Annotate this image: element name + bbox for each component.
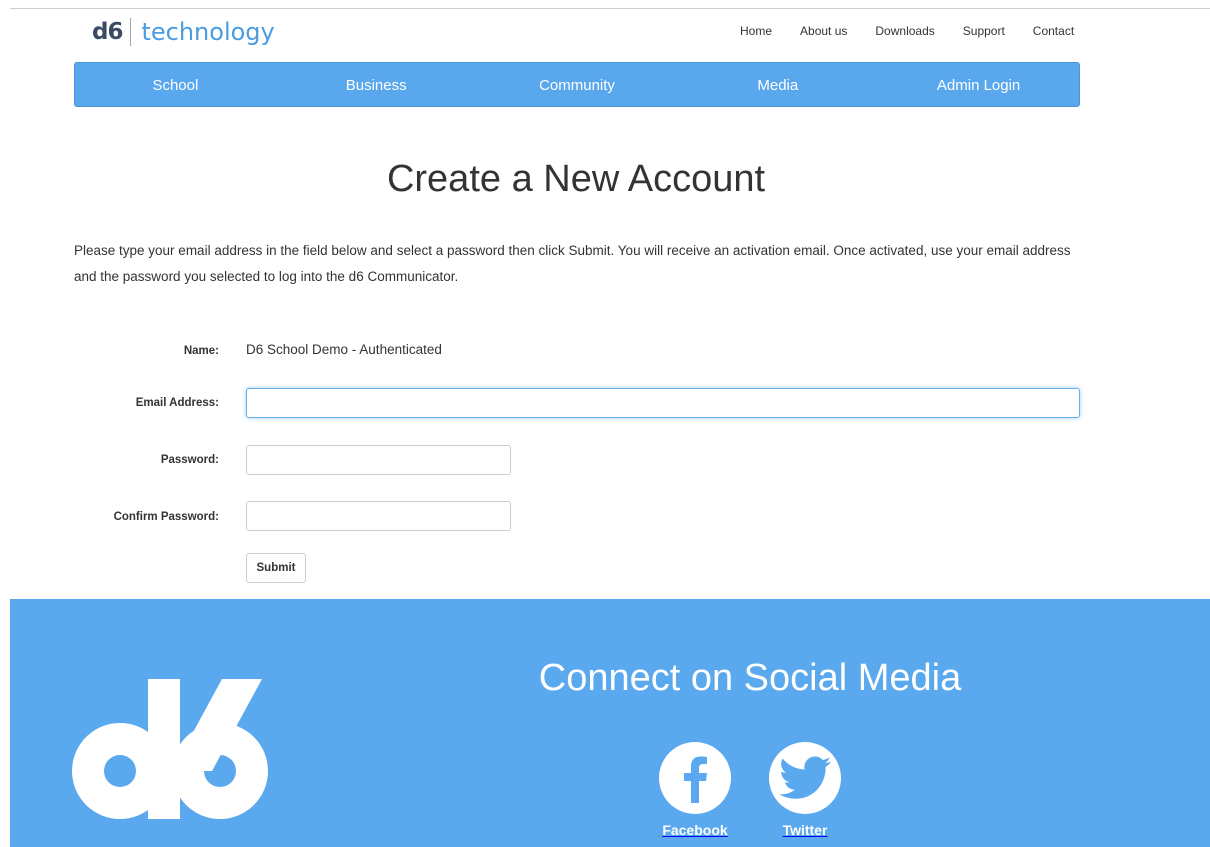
logo-mark: d6 — [92, 19, 123, 45]
name-value: D6 School Demo - Authenticated — [246, 342, 442, 357]
confirm-password-label: Confirm Password: — [113, 511, 219, 523]
main-navigation: School Business Community Media Admin Lo… — [74, 62, 1080, 107]
intro-text: Please type your email address in the fi… — [74, 243, 1071, 284]
mainnav-community[interactable]: Community — [477, 63, 678, 106]
password-label: Password: — [160, 454, 219, 466]
email-label: Email Address: — [135, 397, 219, 409]
topnav-support[interactable]: Support — [963, 24, 1005, 38]
confirm-password-input[interactable] — [246, 501, 511, 531]
password-input[interactable] — [246, 445, 511, 475]
logo-divider — [130, 18, 132, 46]
top-border — [10, 8, 1210, 9]
footer-logo — [72, 679, 272, 824]
social-heading: Connect on Social Media — [538, 657, 962, 699]
page-title: Create a New Account — [386, 158, 766, 200]
mainnav-media[interactable]: Media — [677, 63, 878, 106]
d6-logo-graphic — [72, 679, 268, 819]
twitter-icon — [769, 742, 841, 814]
mainnav-business[interactable]: Business — [276, 63, 477, 106]
topnav-home[interactable]: Home — [740, 24, 772, 38]
logo-wordmark: technology — [141, 18, 275, 46]
mainnav-school[interactable]: School — [75, 63, 276, 106]
email-input[interactable] — [246, 388, 1080, 418]
facebook-label: Facebook — [662, 822, 728, 838]
facebook-icon — [659, 742, 731, 814]
submit-button[interactable]: Submit — [246, 553, 306, 583]
top-navigation: Home About us Downloads Support Contact — [740, 24, 1102, 38]
twitter-label: Twitter — [782, 822, 828, 838]
topnav-downloads[interactable]: Downloads — [875, 24, 934, 38]
name-label: Name: — [183, 345, 219, 357]
facebook-link[interactable]: Facebook — [659, 742, 731, 838]
footer: Connect on Social Media Facebook Twitter — [10, 599, 1210, 847]
twitter-link[interactable]: Twitter — [769, 742, 841, 838]
mainnav-admin-login[interactable]: Admin Login — [878, 63, 1079, 106]
topnav-about-us[interactable]: About us — [800, 24, 847, 38]
brand-logo[interactable]: d6 technology — [92, 17, 275, 47]
topnav-contact[interactable]: Contact — [1033, 24, 1074, 38]
